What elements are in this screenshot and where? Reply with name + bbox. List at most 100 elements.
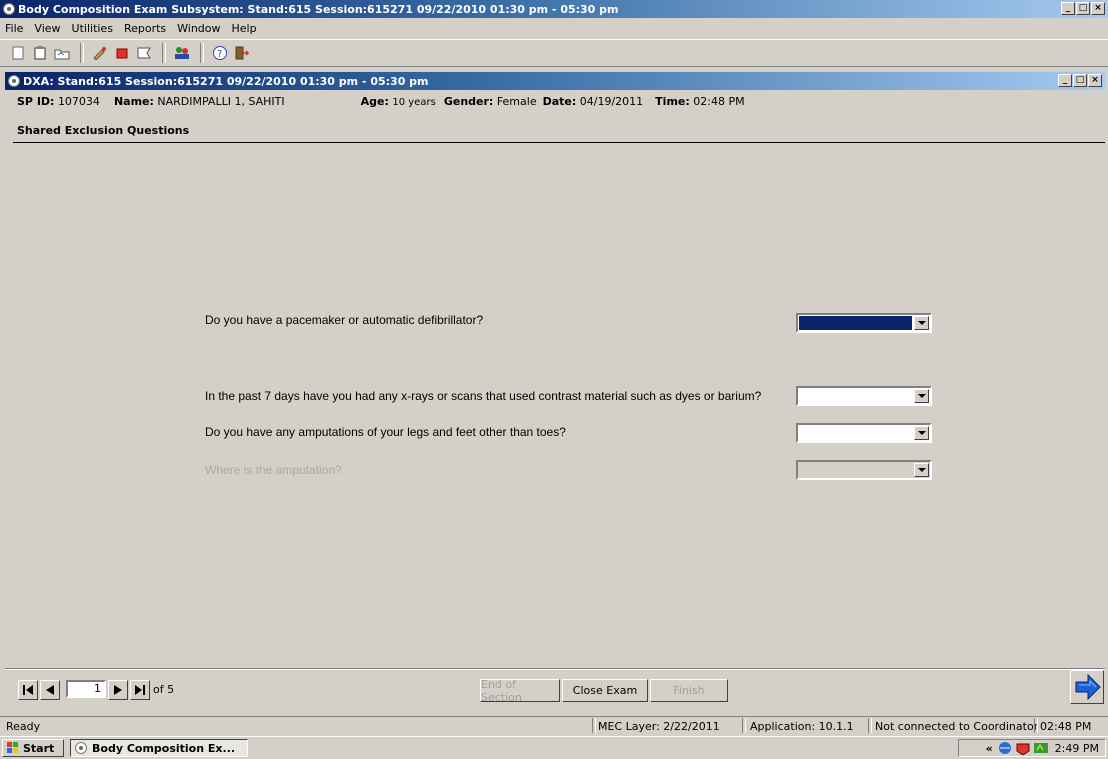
menu-help[interactable]: Help bbox=[227, 22, 263, 35]
status-application: Application: 10.1.1 bbox=[750, 720, 854, 733]
help-icon[interactable]: ? bbox=[210, 43, 230, 63]
age-label: Age: bbox=[360, 94, 389, 108]
pacemaker-dropdown-value bbox=[799, 316, 912, 330]
end-of-section-button: End of Section bbox=[480, 678, 560, 704]
folder-icon[interactable] bbox=[52, 43, 72, 63]
name-value: NARDIMPALLI 1, SAHITI bbox=[157, 94, 285, 108]
menu-view[interactable]: View bbox=[29, 22, 66, 35]
next-page-icon bbox=[114, 685, 122, 695]
previous-page-icon bbox=[46, 685, 54, 695]
volume-icon[interactable] bbox=[1033, 741, 1049, 755]
amputation-location-dropdown-value bbox=[799, 463, 912, 477]
navigation-divider bbox=[5, 668, 1105, 669]
gender-value: Female bbox=[496, 94, 537, 108]
finish-button: Finish bbox=[650, 679, 728, 702]
next-arrow-icon bbox=[1075, 673, 1101, 701]
chevron-down-icon[interactable] bbox=[914, 389, 929, 403]
status-coordinator: Not connected to Coordinator bbox=[875, 720, 1039, 733]
exit-icon[interactable] bbox=[232, 43, 252, 63]
tray-expand-chevron-icon[interactable]: « bbox=[986, 742, 993, 755]
time-label: Time: bbox=[655, 94, 690, 108]
next-arrow-button[interactable] bbox=[1070, 670, 1104, 704]
page-count-label: of 5 bbox=[153, 683, 175, 696]
main-window-title: Body Composition Exam Subsystem: Stand:6… bbox=[18, 2, 619, 16]
status-separator bbox=[742, 718, 746, 733]
app-icon bbox=[3, 3, 15, 15]
section-title: Shared Exclusion Questions bbox=[17, 124, 190, 137]
question-contrast-scans: In the past 7 days have you had any x-ra… bbox=[205, 389, 762, 403]
restore-button[interactable]: □ bbox=[1076, 2, 1090, 15]
menu-file[interactable]: File bbox=[0, 22, 29, 35]
question-amputation-location: Where is the amputation? bbox=[205, 463, 342, 477]
amputation-location-dropdown bbox=[796, 460, 932, 480]
child-window-title: DXA: Stand:615 Session:615271 09/22/2010… bbox=[23, 74, 429, 88]
chevron-down-icon bbox=[914, 463, 929, 477]
close-exam-button[interactable]: Close Exam bbox=[562, 679, 648, 702]
page-number-input[interactable]: 1 bbox=[66, 680, 106, 698]
last-page-icon bbox=[135, 685, 145, 695]
contrast-scans-dropdown-value bbox=[799, 389, 912, 403]
chevron-down-icon[interactable] bbox=[914, 316, 929, 330]
people-icon[interactable] bbox=[172, 43, 192, 63]
toolbar-separator bbox=[80, 43, 84, 63]
toolbar: ? bbox=[0, 39, 1108, 67]
question-pacemaker: Do you have a pacemaker or automatic def… bbox=[205, 313, 484, 327]
age-value: 10 years bbox=[392, 96, 436, 108]
section-divider bbox=[13, 142, 1105, 143]
taskbar-item-body-composition[interactable]: Body Composition Ex... bbox=[70, 739, 248, 757]
question-amputations: Do you have any amputations of your legs… bbox=[205, 425, 566, 439]
menu-utilities[interactable]: Utilities bbox=[67, 22, 119, 35]
svg-text:?: ? bbox=[217, 49, 222, 60]
child-close-button[interactable]: × bbox=[1088, 74, 1102, 87]
status-separator bbox=[1034, 718, 1038, 733]
time-value: 02:48 PM bbox=[693, 94, 745, 108]
clipboard-icon[interactable] bbox=[30, 43, 50, 63]
start-button[interactable]: Start bbox=[2, 739, 64, 757]
system-tray: « 2:49 PM bbox=[958, 739, 1106, 757]
menu-window[interactable]: Window bbox=[172, 22, 226, 35]
windows-logo-icon bbox=[7, 742, 18, 753]
edit-icon[interactable] bbox=[90, 43, 110, 63]
child-window-titlebar[interactable]: DXA: Stand:615 Session:615271 09/22/2010… bbox=[5, 72, 1105, 90]
gender-label: Gender: bbox=[443, 94, 494, 108]
participant-info-bar: SP ID: 107034 Name: NARDIMPALLI 1, SAHIT… bbox=[5, 91, 1105, 111]
new-icon[interactable] bbox=[8, 43, 28, 63]
tray-clock[interactable]: 2:49 PM bbox=[1055, 742, 1099, 755]
network-icon[interactable] bbox=[997, 741, 1013, 755]
amputations-dropdown[interactable] bbox=[796, 423, 932, 443]
window-controls: _ □ × bbox=[1061, 2, 1105, 15]
contrast-scans-dropdown[interactable] bbox=[796, 386, 932, 406]
status-mec-layer: MEC Layer: 2/22/2011 bbox=[598, 720, 720, 733]
first-page-icon bbox=[23, 685, 33, 695]
close-button[interactable]: × bbox=[1091, 2, 1105, 15]
flag-icon[interactable] bbox=[134, 43, 154, 63]
child-maximize-button[interactable]: □ bbox=[1073, 74, 1087, 87]
status-separator bbox=[868, 718, 872, 733]
toolbar-separator bbox=[162, 43, 166, 63]
previous-page-button[interactable] bbox=[40, 680, 60, 700]
sp-id-value: 107034 bbox=[57, 94, 100, 108]
date-label: Date: bbox=[542, 94, 577, 108]
first-page-button[interactable] bbox=[18, 680, 38, 700]
pacemaker-dropdown[interactable] bbox=[796, 313, 932, 333]
last-page-button[interactable] bbox=[130, 680, 150, 700]
dxa-window-icon bbox=[8, 75, 20, 87]
status-bar: Ready MEC Layer: 2/22/2011 Application: … bbox=[0, 716, 1108, 735]
main-window-titlebar[interactable]: Body Composition Exam Subsystem: Stand:6… bbox=[0, 0, 1108, 18]
minimize-button[interactable]: _ bbox=[1061, 2, 1075, 15]
status-ready: Ready bbox=[6, 720, 41, 733]
start-label: Start bbox=[23, 741, 55, 755]
date-value: 04/19/2011 bbox=[579, 94, 644, 108]
chevron-down-icon[interactable] bbox=[914, 426, 929, 440]
name-label: Name: bbox=[113, 94, 154, 108]
status-separator bbox=[592, 718, 596, 733]
sp-id-label: SP ID: bbox=[17, 94, 55, 108]
stop-icon[interactable] bbox=[112, 43, 132, 63]
next-page-button[interactable] bbox=[108, 680, 128, 700]
security-icon[interactable] bbox=[1015, 741, 1031, 755]
child-minimize-button[interactable]: _ bbox=[1058, 74, 1072, 87]
menu-reports[interactable]: Reports bbox=[119, 22, 172, 35]
taskbar-item-label: Body Composition Ex... bbox=[92, 741, 236, 755]
taskbar: Start Body Composition Ex... « 2:49 PM bbox=[0, 736, 1108, 759]
app-icon bbox=[75, 742, 87, 754]
